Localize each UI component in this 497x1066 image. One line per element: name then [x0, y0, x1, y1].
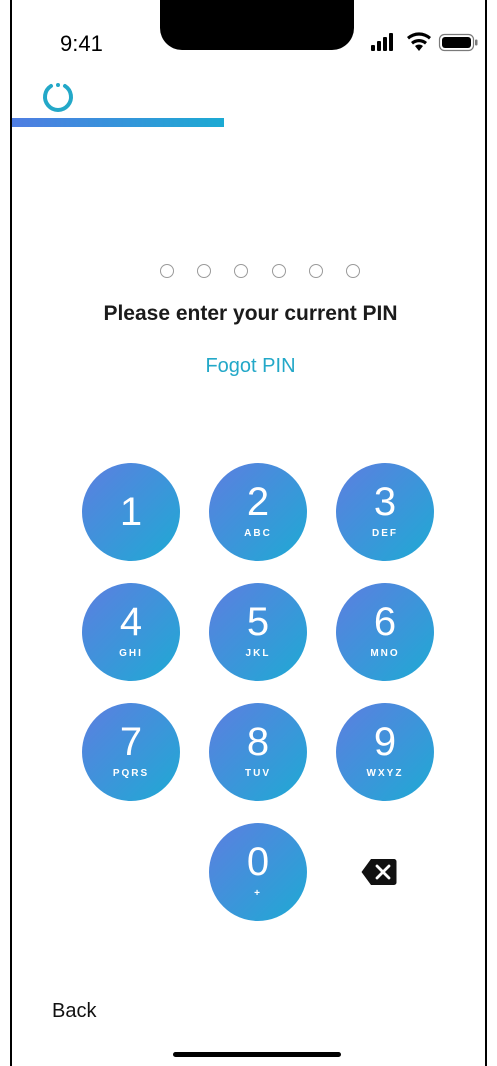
key-letters: JKL: [245, 648, 271, 659]
key-digit: 4: [119, 600, 143, 644]
pin-dot: [345, 264, 360, 278]
key-1[interactable]: 1: [82, 463, 180, 561]
key-digit: 9: [373, 720, 397, 764]
key-3[interactable]: 3 DEF: [336, 463, 434, 561]
pin-dot: [160, 264, 174, 278]
pin-dots: [160, 264, 360, 282]
key-2[interactable]: 2 ABC: [209, 463, 307, 561]
status-time: 9:41: [60, 31, 103, 56]
key-6[interactable]: 6 MNO: [336, 583, 434, 681]
key-letters: WXYZ: [366, 768, 404, 779]
pin-dot: [308, 264, 323, 278]
page-title: Please enter your current PIN: [103, 302, 398, 325]
key-digit: 8: [246, 720, 270, 764]
key-letters: +: [254, 888, 262, 899]
phone-screen: 9:41 Please enter your current PIN Fogot…: [10, 0, 487, 1066]
key-9[interactable]: 9 WXYZ: [336, 703, 434, 801]
notch: [160, 0, 354, 50]
wifi-icon: [407, 32, 431, 51]
pin-dot: [234, 264, 249, 278]
key-digit: 5: [246, 600, 270, 644]
key-digit: 6: [373, 600, 397, 644]
key-letters: PQRS: [112, 768, 150, 779]
key-0[interactable]: 0 +: [209, 823, 307, 921]
key-letters: GHI: [119, 648, 143, 659]
signal-icon: [371, 33, 393, 51]
key-digit: 2: [246, 480, 270, 524]
loading-ring-icon: [43, 83, 73, 112]
pin-dot: [197, 264, 212, 278]
home-indicator: [173, 1052, 341, 1057]
battery-icon: [438, 33, 478, 52]
progress-bar: [12, 118, 224, 127]
key-digit: 1: [119, 490, 143, 534]
key-letters: ABC: [244, 528, 272, 539]
backspace-icon[interactable]: [361, 858, 397, 886]
keypad: 1 2 ABC 3 DEF 4 GHI 5 JKL 6 MNO 7 PQRS 8…: [82, 463, 434, 925]
key-letters: DEF: [372, 528, 398, 539]
key-digit: 0: [246, 840, 270, 884]
status-icons: [371, 32, 478, 52]
key-7[interactable]: 7 PQRS: [82, 703, 180, 801]
key-letters: TUV: [245, 768, 271, 779]
key-5[interactable]: 5 JKL: [209, 583, 307, 681]
key-digit: 3: [373, 480, 397, 524]
key-4[interactable]: 4 GHI: [82, 583, 180, 681]
forgot-pin-link[interactable]: Fogot PIN: [12, 355, 485, 378]
back-button[interactable]: Back: [52, 1000, 96, 1023]
key-digit: 7: [119, 720, 143, 764]
pin-dot: [271, 264, 286, 278]
key-letters: MNO: [370, 648, 400, 659]
key-8[interactable]: 8 TUV: [209, 703, 307, 801]
